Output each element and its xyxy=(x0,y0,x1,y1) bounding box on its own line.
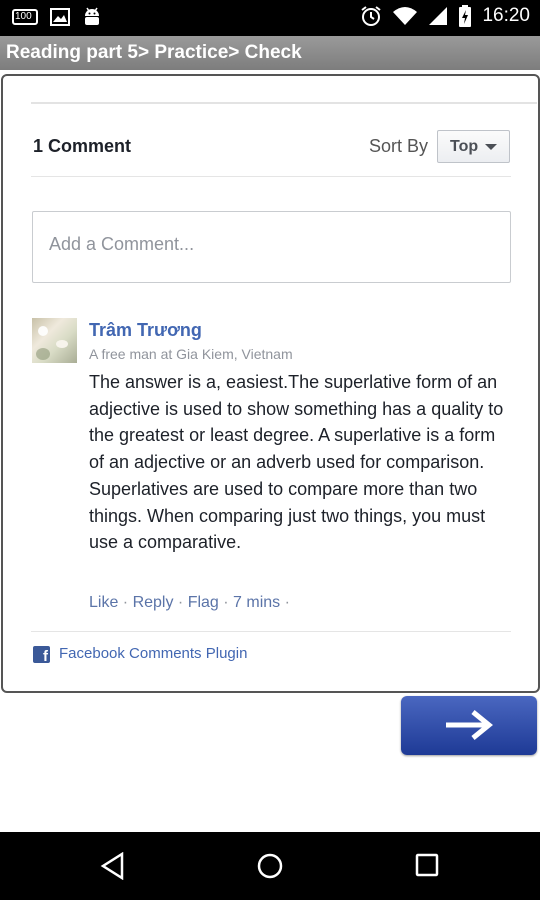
divider xyxy=(31,631,511,632)
clock-time: 16:20 xyxy=(482,5,530,26)
wifi-icon xyxy=(393,7,418,25)
android-icon xyxy=(85,7,99,25)
comment-author-link[interactable]: Trâm Trương xyxy=(89,320,202,341)
comment-author-subtitle: A free man at Gia Kiem, Vietnam xyxy=(89,346,293,362)
flag-link[interactable]: Flag xyxy=(188,594,219,611)
comment-actions: Like · Reply · Flag · 7 mins · xyxy=(89,594,290,611)
alarm-icon xyxy=(361,6,382,26)
title-bar: Reading part 5> Practice> Check xyxy=(0,36,540,70)
home-icon[interactable] xyxy=(257,853,283,879)
battery-badge-text: 100 xyxy=(15,11,32,22)
arrow-right-icon xyxy=(446,710,493,740)
recents-icon[interactable] xyxy=(415,853,439,877)
avatar[interactable] xyxy=(32,318,77,363)
back-icon[interactable] xyxy=(100,852,126,880)
comment-timestamp[interactable]: 7 mins xyxy=(233,594,280,611)
add-comment-placeholder: Add a Comment... xyxy=(49,234,195,254)
comment-body: The answer is a, easiest.The superlative… xyxy=(89,372,504,553)
next-button[interactable] xyxy=(401,696,537,755)
comments-frame: 1 Comment Sort By Top Add a Comment... T… xyxy=(1,74,540,693)
sort-dropdown[interactable]: Top xyxy=(437,130,510,163)
sort-by-label: Sort By xyxy=(369,136,429,156)
sort-dropdown-value: Top xyxy=(450,138,479,155)
status-bar: 100 16:20 xyxy=(0,0,540,36)
signal-icon xyxy=(429,7,448,25)
reply-link[interactable]: Reply xyxy=(133,594,174,611)
battery-charging-icon xyxy=(459,5,472,27)
divider xyxy=(31,102,537,104)
image-icon xyxy=(50,8,70,26)
comment-count: 1 Comment xyxy=(33,136,132,156)
page-title: Reading part 5> Practice> Check xyxy=(6,42,302,63)
chevron-down-icon xyxy=(485,144,497,150)
navigation-bar xyxy=(0,832,540,900)
like-link[interactable]: Like xyxy=(89,594,118,611)
divider xyxy=(31,176,511,177)
facebook-plugin-link[interactable]: Facebook Comments Plugin xyxy=(59,645,247,662)
facebook-icon xyxy=(33,646,50,665)
add-comment-input[interactable]: Add a Comment... xyxy=(32,211,511,283)
battery-badge-icon: 100 xyxy=(12,9,38,25)
